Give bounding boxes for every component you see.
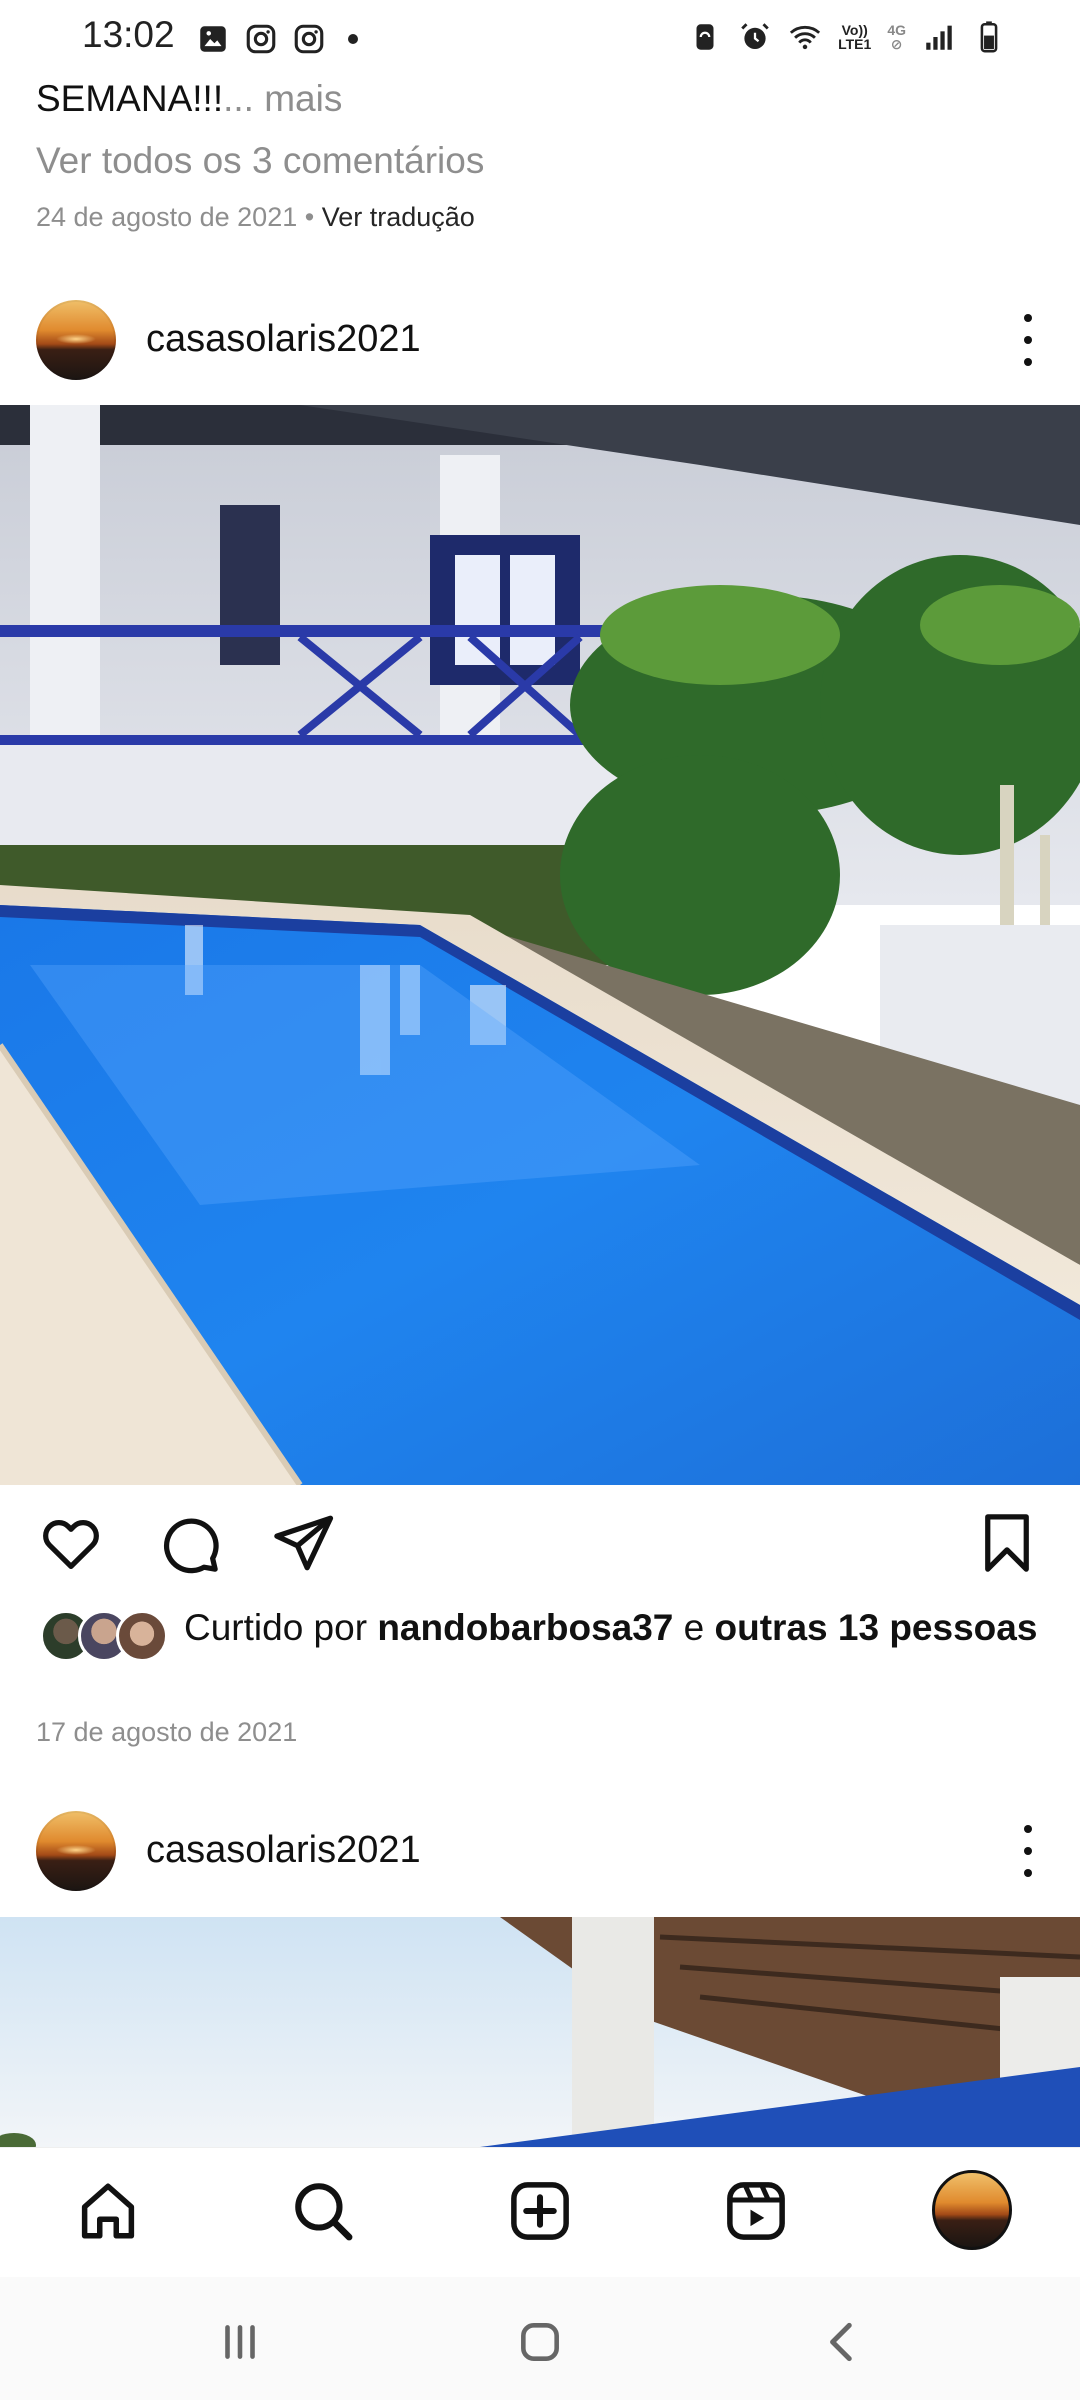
liked-by-text: Curtido por nandobarbosa37 e outras 13 p… (184, 1604, 1044, 1652)
new-post-icon[interactable] (507, 2178, 573, 2244)
bottom-nav (0, 2147, 1080, 2278)
post-date: 17 de agosto de 2021 (36, 1717, 298, 1747)
liker-avatars (40, 1610, 170, 1662)
search-icon[interactable] (290, 2178, 356, 2244)
caption-text: SEMANA!!! (36, 78, 224, 119)
battery-saver-icon (696, 24, 714, 50)
lte-label: LTE1 (838, 36, 872, 52)
gallery-icon (200, 26, 226, 52)
post-username[interactable]: casasolaris2021 (146, 318, 421, 361)
status-left-icons (196, 22, 358, 56)
back-button[interactable] (818, 2317, 868, 2367)
next-post-image[interactable] (0, 1917, 1080, 2147)
more-options-icon[interactable] (1016, 1819, 1040, 1883)
avatar[interactable] (36, 1811, 116, 1891)
next-post-photo (0, 1917, 1080, 2147)
reels-icon[interactable] (723, 2178, 789, 2244)
bookmark-icon[interactable] (974, 1510, 1040, 1576)
status-time: 13:02 (82, 14, 175, 55)
status-bar: 13:02 Vo)) LTE1 4G ⊘ (0, 0, 1080, 80)
home-button[interactable] (515, 2317, 565, 2367)
status-right-icons: Vo)) LTE1 4G ⊘ (688, 20, 1006, 54)
screen: 13:02 Vo)) LTE1 4G ⊘ SEMANA!!!... mais V… (0, 0, 1080, 2400)
notification-dot (348, 34, 358, 44)
alarm-icon (741, 23, 769, 50)
volte-label: Vo)) (841, 22, 868, 38)
previous-post-date-line: 24 de agosto de 2021 • Ver tradução (36, 202, 475, 233)
caption-tail: SEMANA!!!... mais (36, 78, 342, 120)
instagram-icon (246, 24, 276, 54)
share-icon[interactable] (270, 1510, 336, 1576)
pool-photo (0, 405, 1080, 1485)
next-post-header: casasolaris2021 (0, 1801, 1080, 1901)
liked-by-others[interactable]: outras 13 pessoas (715, 1607, 1038, 1648)
network-label: 4G (887, 22, 906, 38)
4g-icon: 4G ⊘ (887, 23, 906, 51)
more-link[interactable]: ... mais (223, 78, 342, 119)
view-comments-link[interactable]: Ver todos os 3 comentários (36, 140, 484, 182)
post-image[interactable] (0, 405, 1080, 1485)
instagram-icon (294, 24, 324, 54)
liked-by-prefix: Curtido por (184, 1607, 378, 1648)
recent-apps-button[interactable] (215, 2317, 265, 2367)
date-separator: • (297, 202, 322, 232)
more-options-icon[interactable] (1016, 308, 1040, 372)
comment-icon[interactable] (156, 1510, 222, 1576)
volte-icon: Vo)) LTE1 (838, 23, 871, 51)
previous-post-date: 24 de agosto de 2021 (36, 202, 298, 232)
battery-icon (980, 21, 998, 53)
post-actions (0, 1510, 1080, 1580)
liked-by-user[interactable]: nandobarbosa37 (377, 1607, 673, 1648)
system-nav-bar (0, 2277, 1080, 2400)
translate-link[interactable]: Ver tradução (322, 202, 475, 232)
next-post-username[interactable]: casasolaris2021 (146, 1829, 421, 1872)
liked-by-join: e (673, 1607, 715, 1648)
post-header: casasolaris2021 (0, 290, 1080, 390)
profile-avatar[interactable] (932, 2170, 1012, 2250)
signal-icon (926, 25, 952, 50)
liker-avatar (116, 1610, 168, 1662)
no-data-mark: ⊘ (890, 36, 903, 52)
home-icon[interactable] (75, 2178, 141, 2244)
heart-icon[interactable] (38, 1510, 104, 1576)
wifi-icon (789, 25, 821, 50)
avatar[interactable] (36, 300, 116, 380)
